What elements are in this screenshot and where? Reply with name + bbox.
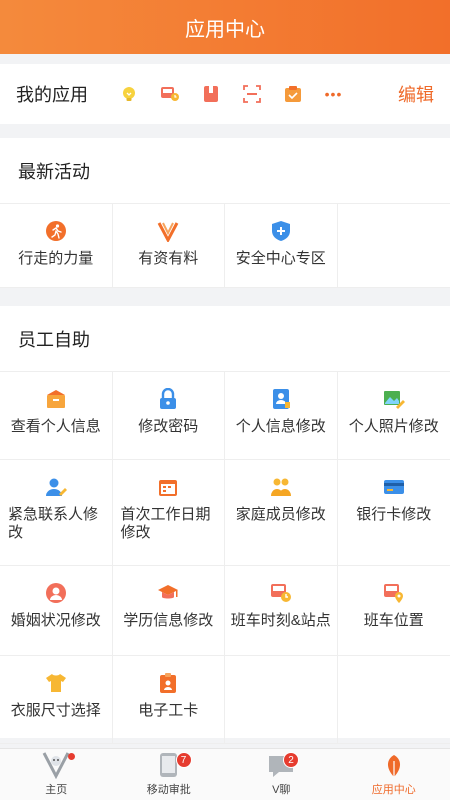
service-item-empty bbox=[337, 656, 450, 744]
service-item-family[interactable]: 家庭成员修改 bbox=[225, 460, 338, 566]
service-item-bus-location[interactable]: 班车位置 bbox=[337, 566, 450, 656]
photo-edit-icon bbox=[383, 388, 405, 410]
activity-item-walking[interactable]: 行走的力量 bbox=[0, 204, 113, 288]
my-apps-title: 我的应用 bbox=[16, 85, 88, 105]
self-service-title: 员工自助 bbox=[0, 306, 450, 372]
edit-button[interactable]: 编辑 bbox=[398, 81, 434, 107]
service-label: 电子工卡 bbox=[138, 702, 199, 719]
lock-icon bbox=[157, 388, 179, 410]
service-item-first-workday[interactable]: 首次工作日期修改 bbox=[112, 460, 225, 566]
home-logo-icon bbox=[42, 752, 70, 779]
info-box-icon bbox=[45, 388, 67, 410]
tab-app-center[interactable]: 应用中心 bbox=[338, 749, 450, 800]
activity-label: 行走的力量 bbox=[18, 250, 94, 267]
activity-item-security[interactable]: 安全中心专区 bbox=[225, 204, 338, 288]
activity-label: 有资有料 bbox=[138, 250, 199, 267]
service-label: 衣服尺寸选择 bbox=[10, 702, 101, 719]
service-item-view-info[interactable]: 查看个人信息 bbox=[0, 372, 113, 460]
service-label: 查看个人信息 bbox=[10, 418, 101, 435]
service-label: 紧急联系人修改 bbox=[8, 506, 99, 541]
bus-clock-icon[interactable] bbox=[149, 74, 190, 114]
service-label: 学历信息修改 bbox=[123, 612, 214, 629]
activities-grid: 行走的力量 有资有料 安全中心专区 bbox=[0, 204, 450, 288]
my-apps-bar: 我的应用 ••• 编辑 bbox=[0, 64, 450, 124]
chat-badge: 2 bbox=[283, 752, 299, 768]
shield-plus-icon bbox=[270, 220, 292, 242]
service-item-e-badge[interactable]: 电子工卡 bbox=[112, 656, 225, 744]
shirt-icon bbox=[45, 672, 67, 694]
service-item-bus-schedule[interactable]: 班车时刻&站点 bbox=[225, 566, 338, 656]
page-title: 应用中心 bbox=[185, 18, 265, 41]
approval-badge: 7 bbox=[175, 752, 192, 768]
bank-card-icon bbox=[383, 476, 405, 498]
bus-clock-icon bbox=[270, 582, 292, 604]
tab-label: 移动审批 bbox=[146, 784, 191, 796]
check-box-icon[interactable] bbox=[272, 74, 313, 114]
activity-item-info[interactable]: 有资有料 bbox=[112, 204, 225, 288]
service-label: 个人照片修改 bbox=[348, 418, 439, 435]
activities-title: 最新活动 bbox=[0, 138, 450, 204]
tab-label: 主页 bbox=[45, 784, 68, 796]
badge-card-icon bbox=[157, 672, 179, 694]
service-label: 个人信息修改 bbox=[235, 418, 326, 435]
bus-location-icon bbox=[383, 582, 405, 604]
notification-dot bbox=[68, 753, 75, 760]
tab-label: 应用中心 bbox=[371, 784, 416, 796]
service-label: 班车位置 bbox=[363, 612, 424, 629]
run-icon bbox=[45, 220, 67, 242]
v-logo-icon bbox=[157, 220, 179, 242]
calendar-icon bbox=[157, 476, 179, 498]
bottom-tab-bar: 主页 7 移动审批 2 V聊 应用中心 bbox=[0, 748, 450, 800]
service-item-education[interactable]: 学历信息修改 bbox=[112, 566, 225, 656]
tab-chat[interactable]: 2 V聊 bbox=[225, 749, 338, 800]
self-service-section: 员工自助 查看个人信息 修改密码 个人信息修改 个人照片修改 紧急联系人修改 首… bbox=[0, 306, 450, 744]
service-label: 银行卡修改 bbox=[356, 506, 432, 523]
service-label: 婚姻状况修改 bbox=[10, 612, 101, 629]
more-icon[interactable]: ••• bbox=[313, 74, 354, 114]
self-service-grid: 查看个人信息 修改密码 个人信息修改 个人照片修改 紧急联系人修改 首次工作日期… bbox=[0, 372, 450, 744]
lightbulb-icon[interactable] bbox=[108, 74, 149, 114]
service-label: 班车时刻&站点 bbox=[230, 612, 331, 629]
bookmark-card-icon[interactable] bbox=[190, 74, 231, 114]
service-label: 家庭成员修改 bbox=[235, 506, 326, 523]
service-item-marriage[interactable]: 婚姻状况修改 bbox=[0, 566, 113, 656]
graduation-cap-icon bbox=[157, 582, 179, 604]
scan-icon[interactable] bbox=[231, 74, 272, 114]
service-item-clothing-size[interactable]: 衣服尺寸选择 bbox=[0, 656, 113, 744]
tab-approval[interactable]: 7 移动审批 bbox=[113, 749, 226, 800]
service-item-password[interactable]: 修改密码 bbox=[112, 372, 225, 460]
page-header: 应用中心 bbox=[0, 0, 450, 54]
tab-label: V聊 bbox=[272, 784, 291, 796]
tab-home[interactable]: 主页 bbox=[0, 749, 113, 800]
service-label: 修改密码 bbox=[138, 418, 199, 435]
marriage-icon bbox=[45, 582, 67, 604]
app-center-icon bbox=[387, 755, 400, 777]
service-label: 首次工作日期修改 bbox=[120, 506, 211, 541]
contact-book-icon bbox=[270, 388, 292, 410]
person-edit-icon bbox=[45, 476, 67, 498]
service-item-bank-card[interactable]: 银行卡修改 bbox=[337, 460, 450, 566]
activity-item-empty bbox=[337, 204, 450, 288]
service-item-photo-edit[interactable]: 个人照片修改 bbox=[337, 372, 450, 460]
service-item-emergency-contact[interactable]: 紧急联系人修改 bbox=[0, 460, 113, 566]
my-apps-icons: ••• bbox=[108, 74, 354, 114]
service-item-empty bbox=[225, 656, 338, 744]
service-item-info-edit[interactable]: 个人信息修改 bbox=[225, 372, 338, 460]
family-icon bbox=[270, 476, 292, 498]
activities-section: 最新活动 行走的力量 有资有料 安全中心专区 bbox=[0, 138, 450, 288]
activity-label: 安全中心专区 bbox=[235, 250, 326, 267]
